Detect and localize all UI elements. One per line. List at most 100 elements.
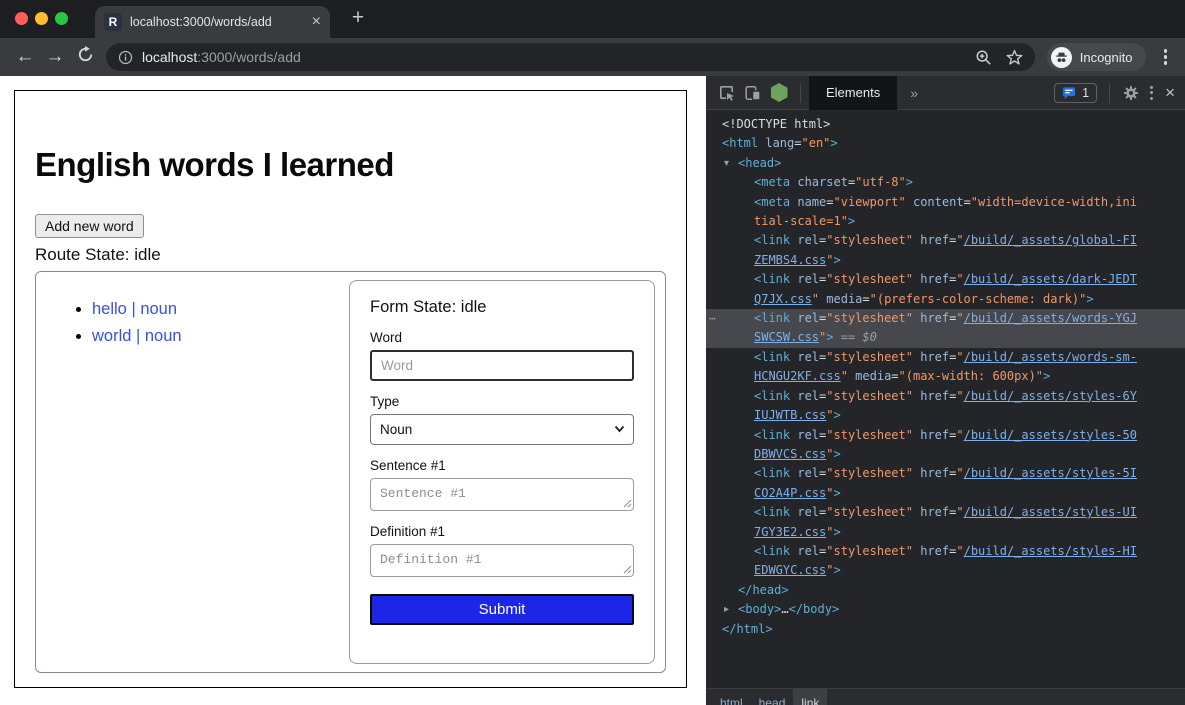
- code-line[interactable]: tial-scale=1">: [706, 212, 1185, 231]
- code-line[interactable]: 7GY3E2.css">: [706, 523, 1185, 542]
- code-line[interactable]: <html lang="en">: [706, 134, 1185, 153]
- code-line[interactable]: <link rel="stylesheet" href="/build/_ass…: [706, 542, 1185, 561]
- tab-elements[interactable]: Elements: [809, 76, 897, 110]
- code-line[interactable]: <meta charset="utf-8">: [706, 173, 1185, 192]
- code-line[interactable]: HCNGU2KF.css" media="(max-width: 600px)"…: [706, 367, 1185, 386]
- devtools-close-icon[interactable]: ×: [1159, 83, 1185, 103]
- window-controls: [15, 12, 68, 25]
- code-line[interactable]: Q7JX.css" media="(prefers-color-scheme: …: [706, 290, 1185, 309]
- code-line[interactable]: <link rel="stylesheet" href="/build/_ass…: [706, 348, 1185, 367]
- code-line[interactable]: IUJWTB.css">: [706, 406, 1185, 425]
- code-token: >: [830, 136, 837, 150]
- word-input[interactable]: [370, 350, 634, 381]
- row-menu-dots-icon[interactable]: ⋯: [709, 309, 717, 328]
- code-token: <link: [754, 389, 797, 403]
- url-text: localhost:3000/words/add: [142, 49, 301, 65]
- code-line[interactable]: CO2A4P.css">: [706, 484, 1185, 503]
- code-line[interactable]: ▸<body>…</body>: [706, 600, 1185, 619]
- word-link-hello[interactable]: hello | noun: [92, 300, 177, 318]
- address-bar[interactable]: localhost:3000/words/add: [106, 43, 1035, 71]
- new-tab-button[interactable]: +: [345, 5, 371, 31]
- code-line[interactable]: <link rel="stylesheet" href="/build/_ass…: [706, 231, 1185, 250]
- code-token: ": [841, 369, 848, 383]
- code-line[interactable]: <link rel="stylesheet" href="/build/_ass…: [706, 503, 1185, 522]
- bookmark-star-icon[interactable]: [1006, 49, 1023, 66]
- code-line[interactable]: </html>: [706, 620, 1185, 639]
- remix-favicon-icon: R: [104, 13, 122, 31]
- code-line[interactable]: <meta name="viewport" content="width=dev…: [706, 193, 1185, 212]
- code-token: media: [855, 369, 891, 383]
- code-token: "stylesheet": [826, 233, 913, 247]
- expand-arrow-open-icon[interactable]: ▾: [724, 154, 729, 173]
- code-token: href: [920, 466, 949, 480]
- code-token: <link: [754, 505, 797, 519]
- code-token: ": [812, 292, 819, 306]
- devtools-panel: Elements » 1: [706, 76, 1185, 705]
- code-token: <meta: [754, 175, 797, 189]
- code-line[interactable]: <link rel="stylesheet" href="/build/_ass…: [706, 426, 1185, 445]
- code-line[interactable]: <!DOCTYPE html>: [706, 115, 1185, 134]
- browser-tab[interactable]: R localhost:3000/words/add ×: [95, 6, 330, 38]
- code-token: href: [920, 311, 949, 325]
- breadcrumb-html[interactable]: html: [712, 689, 751, 705]
- code-token: ": [956, 311, 963, 325]
- back-icon[interactable]: ←: [10, 46, 40, 68]
- code-line[interactable]: </head>: [706, 581, 1185, 600]
- browser-menu-icon[interactable]: [1158, 45, 1174, 69]
- code-token: content: [913, 195, 964, 209]
- code-token: href: [920, 505, 949, 519]
- code-token: ": [956, 544, 963, 558]
- devtools-menu-icon[interactable]: [1144, 82, 1159, 104]
- settings-gear-icon[interactable]: [1118, 80, 1144, 106]
- code-token: <body>: [738, 602, 781, 616]
- code-token: =: [964, 195, 971, 209]
- add-new-word-button[interactable]: Add new word: [35, 214, 144, 238]
- word-label: Word: [370, 330, 634, 345]
- code-token: HCNGU2KF.css: [754, 369, 841, 383]
- zoom-window-button[interactable]: [55, 12, 68, 25]
- more-tabs-icon[interactable]: »: [910, 85, 918, 101]
- zoom-level-icon[interactable]: [975, 49, 992, 66]
- code-token: <html: [722, 136, 765, 150]
- tab-close-icon[interactable]: ×: [312, 14, 321, 30]
- add-word-form: Form State: idle Word Type Noun Sentence…: [349, 280, 655, 664]
- element-breadcrumb: html head link: [706, 688, 1185, 705]
- breadcrumb-link[interactable]: link: [793, 689, 827, 705]
- expand-arrow-closed-icon[interactable]: ▸: [724, 600, 729, 619]
- reload-icon[interactable]: [70, 46, 100, 69]
- code-line[interactable]: ZEMBS4.css">: [706, 251, 1185, 270]
- code-line[interactable]: <link rel="stylesheet" href="/build/_ass…: [706, 387, 1185, 406]
- code-token: EDWGYC.css: [754, 563, 826, 577]
- type-select[interactable]: Noun: [370, 414, 634, 445]
- code-token: ": [956, 233, 963, 247]
- code-token: "(max-width: 600px)": [899, 369, 1044, 383]
- code-line[interactable]: EDWGYC.css">: [706, 561, 1185, 580]
- forward-icon[interactable]: →: [40, 46, 70, 68]
- definition-textarea[interactable]: [370, 544, 634, 577]
- inspect-element-icon[interactable]: [714, 80, 740, 106]
- code-token: =: [826, 195, 833, 209]
- word-link-world[interactable]: world | noun: [92, 327, 182, 345]
- code-line[interactable]: SWCSW.css"> == $0: [706, 328, 1185, 347]
- node-devtools-icon[interactable]: [766, 80, 792, 106]
- code-line[interactable]: <link rel="stylesheet" href="/build/_ass…: [706, 464, 1185, 483]
- console-messages-button[interactable]: 1: [1054, 83, 1097, 103]
- code-token: </body>: [789, 602, 840, 616]
- breadcrumb-head[interactable]: head: [751, 689, 794, 705]
- code-token: <!DOCTYPE html>: [722, 117, 830, 131]
- code-line[interactable]: <link rel="stylesheet" href="/build/_ass…: [706, 270, 1185, 289]
- route-state-text: Route State: idle: [35, 245, 666, 265]
- code-token: rel: [797, 233, 819, 247]
- close-window-button[interactable]: [15, 12, 28, 25]
- code-line[interactable]: ⋯<link rel="stylesheet" href="/build/_as…: [706, 309, 1185, 328]
- device-toolbar-icon[interactable]: [740, 80, 766, 106]
- sentence-textarea[interactable]: [370, 478, 634, 511]
- site-info-icon[interactable]: [118, 50, 133, 65]
- code-token: rel: [797, 389, 819, 403]
- code-token: <head>: [738, 156, 781, 170]
- minimize-window-button[interactable]: [35, 12, 48, 25]
- code-line[interactable]: ▾ <head>: [706, 154, 1185, 173]
- code-line[interactable]: DBWVCS.css">: [706, 445, 1185, 464]
- submit-button[interactable]: Submit: [370, 594, 634, 625]
- code-token: == $0: [841, 330, 877, 344]
